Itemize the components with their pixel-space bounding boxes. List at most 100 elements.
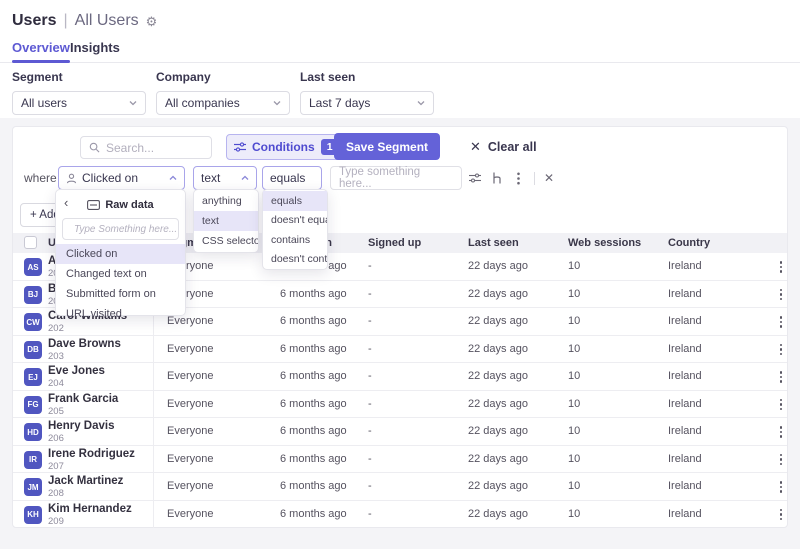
column-web-sessions: Web sessions <box>568 237 641 249</box>
remove-condition-icon[interactable]: ✕ <box>544 172 554 184</box>
user-name: Eve Jones <box>48 365 105 377</box>
option-clicked-on[interactable]: Clicked on <box>56 244 185 264</box>
conditions-label: Conditions <box>252 140 315 154</box>
match-type-value: text <box>201 171 236 185</box>
cell-first-seen: 6 months ago <box>280 288 347 300</box>
option-doesnt-equal[interactable]: doesn't equal <box>263 211 327 231</box>
event-dropdown[interactable]: Clicked on <box>58 166 185 190</box>
cell-last-seen: 22 days ago <box>468 343 528 355</box>
user-id: 207 <box>48 461 64 472</box>
cell-first-seen: 6 months ago <box>280 508 347 520</box>
back-chevron-icon[interactable]: ‹ <box>64 195 68 210</box>
user-name: Dave Browns <box>48 338 121 350</box>
cell-first-seen: 6 months ago <box>280 453 347 465</box>
table-row[interactable]: JM Jack Martinez 208 Everyone 6 months a… <box>13 473 787 501</box>
cell-signed-up: - <box>368 398 372 410</box>
user-id: 208 <box>48 488 64 499</box>
search-input[interactable]: Search... <box>80 136 212 159</box>
cell-signed-up: - <box>368 315 372 327</box>
row-menu-icon[interactable] <box>773 313 789 331</box>
cell-last-seen: 22 days ago <box>468 425 528 437</box>
sliders-icon[interactable] <box>468 172 481 185</box>
event-panel-search-placeholder: Type Something here... <box>74 224 177 235</box>
user-id: 202 <box>48 323 64 334</box>
clear-all-button[interactable]: ✕ Clear all <box>470 139 537 155</box>
cell-country: Ireland <box>668 288 702 300</box>
operator-value: equals <box>270 171 314 185</box>
cell-last-seen: 22 days ago <box>468 508 528 520</box>
cell-first-seen: 6 months ago <box>280 425 347 437</box>
avatar: HD <box>24 423 42 441</box>
close-icon: ✕ <box>470 139 481 155</box>
option-equals[interactable]: equals <box>263 191 327 211</box>
last-seen-select-value: Last 7 days <box>309 96 370 110</box>
option-anything[interactable]: anything <box>194 191 258 211</box>
row-menu-icon[interactable] <box>773 478 789 496</box>
search-placeholder: Search... <box>106 141 154 155</box>
user-name: Jack Martinez <box>48 475 123 487</box>
select-all-checkbox[interactable] <box>24 236 37 249</box>
avatar: EJ <box>24 368 42 386</box>
cell-country: Ireland <box>668 480 702 492</box>
cell-first-seen: 6 months ago <box>280 480 347 492</box>
option-doesnt-contain[interactable]: doesn't cont... <box>263 250 327 270</box>
segment-select[interactable]: All users <box>12 91 146 115</box>
page-header: Users | All Users ⚙ Overview Insights Se… <box>0 0 800 118</box>
row-menu-icon[interactable] <box>773 423 789 441</box>
cell-country: Ireland <box>668 425 702 437</box>
table-row[interactable]: HD Henry Davis 206 Everyone 6 months ago… <box>13 418 787 446</box>
option-url-visited[interactable]: URL visited <box>56 304 185 324</box>
condition-value-placeholder: Type something here... <box>339 166 453 190</box>
table-row[interactable]: DB Dave Browns 203 Everyone 6 months ago… <box>13 336 787 364</box>
cell-segment: Everyone <box>167 398 213 410</box>
conditions-button[interactable]: Conditions 1 <box>226 134 347 160</box>
table-row[interactable]: EJ Eve Jones 204 Everyone 6 months ago -… <box>13 363 787 391</box>
event-panel-search[interactable]: Type Something here... <box>62 218 179 240</box>
page-title: Users <box>12 12 56 30</box>
tab-overview[interactable]: Overview <box>12 40 70 55</box>
column-country: Country <box>668 237 710 249</box>
chevron-up-icon <box>241 174 249 182</box>
cell-segment: Everyone <box>167 343 213 355</box>
user-id: 205 <box>48 406 64 417</box>
cell-last-seen: 22 days ago <box>468 260 528 272</box>
tab-insights[interactable]: Insights <box>70 40 120 55</box>
row-menu-icon[interactable] <box>773 506 789 524</box>
cell-last-seen: 22 days ago <box>468 288 528 300</box>
avatar: KH <box>24 506 42 524</box>
last-seen-select[interactable]: Last 7 days <box>300 91 434 115</box>
option-submitted-form-on[interactable]: Submitted form on <box>56 284 185 304</box>
condition-value-input[interactable]: Type something here... <box>330 166 462 190</box>
gear-icon[interactable]: ⚙ <box>146 15 158 28</box>
option-text[interactable]: text <box>194 211 258 231</box>
row-menu-icon[interactable] <box>773 368 789 386</box>
cell-country: Ireland <box>668 343 702 355</box>
kebab-menu-icon[interactable] <box>512 172 525 185</box>
cell-web-sessions: 10 <box>568 343 580 355</box>
operator-dropdown-panel: equals doesn't equal contains doesn't co… <box>262 189 328 270</box>
save-segment-button[interactable]: Save Segment <box>334 133 440 160</box>
table-row[interactable]: FG Frank Garcia 205 Everyone 6 months ag… <box>13 391 787 419</box>
cell-web-sessions: 10 <box>568 260 580 272</box>
option-css-selector[interactable]: CSS selector <box>194 231 258 251</box>
table-row[interactable]: IR Irene Rodriguez 207 Everyone 6 months… <box>13 446 787 474</box>
cell-signed-up: - <box>368 370 372 382</box>
cell-country: Ireland <box>668 370 702 382</box>
row-menu-icon[interactable] <box>773 451 789 469</box>
cell-last-seen: 22 days ago <box>468 480 528 492</box>
option-changed-text-on[interactable]: Changed text on <box>56 264 185 284</box>
option-contains[interactable]: contains <box>263 230 327 250</box>
match-type-dropdown[interactable]: text <box>193 166 257 190</box>
row-menu-icon[interactable] <box>773 341 789 359</box>
row-menu-icon[interactable] <box>773 396 789 414</box>
table-row[interactable]: KH Kim Hernandez 209 Everyone 6 months a… <box>13 501 787 529</box>
operator-dropdown[interactable]: equals <box>262 166 322 190</box>
where-label: where <box>24 171 57 185</box>
hierarchy-icon[interactable] <box>490 172 503 185</box>
row-menu-icon[interactable] <box>773 258 789 276</box>
condition-row-actions: ✕ <box>468 166 554 190</box>
cell-first-seen: 6 months ago <box>280 315 347 327</box>
company-select[interactable]: All companies <box>156 91 290 115</box>
cell-country: Ireland <box>668 508 702 520</box>
row-menu-icon[interactable] <box>773 286 789 304</box>
